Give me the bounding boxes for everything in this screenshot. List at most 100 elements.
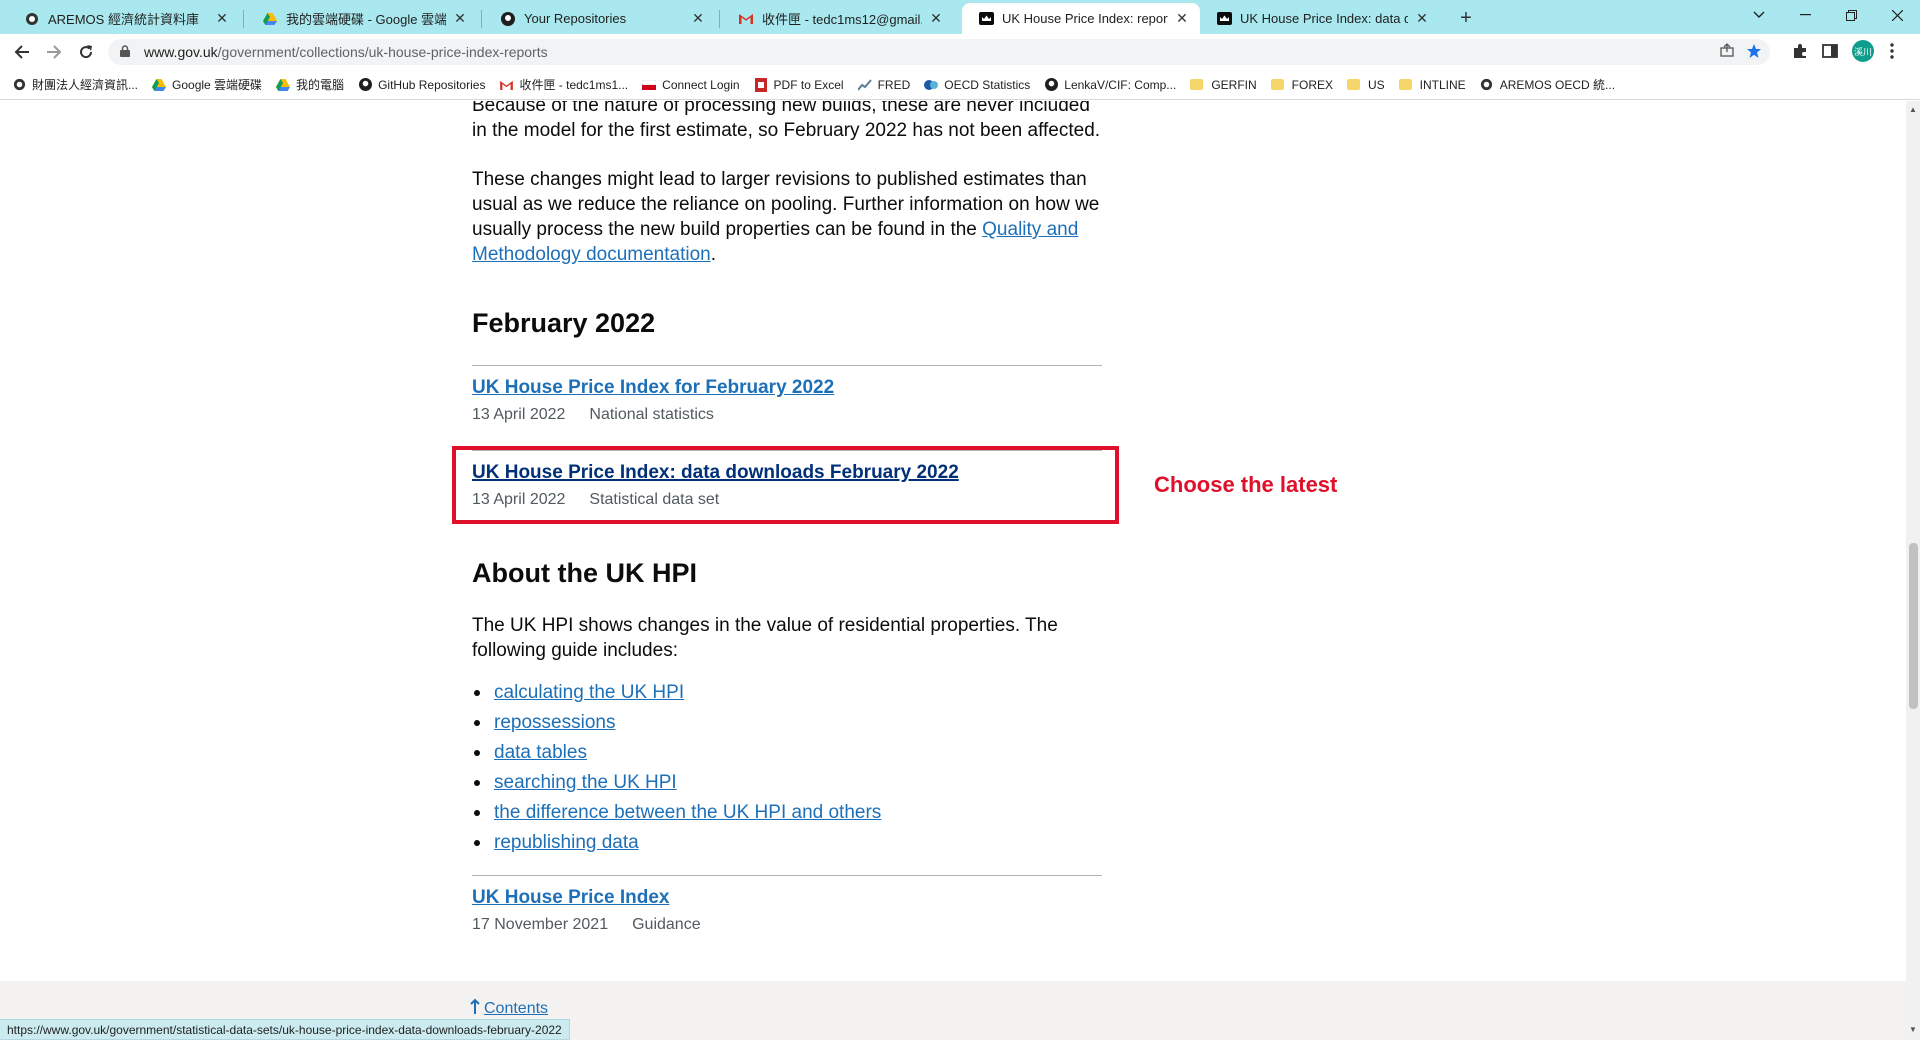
bookmark-label: GitHub Repositories bbox=[378, 77, 486, 92]
bookmark-item[interactable]: PDF to Excel bbox=[754, 77, 844, 92]
document-date: 13 April 2022 bbox=[472, 406, 566, 423]
tab-separator bbox=[481, 10, 482, 28]
guide-link-repossessions[interactable]: repossessions bbox=[494, 708, 615, 738]
tab-title: 我的雲端硬碟 - Google 雲端硬碟 bbox=[286, 12, 446, 27]
guide-links-list: calculating the UK HPI repossessions dat… bbox=[472, 678, 1102, 858]
bookmark-item[interactable]: Connect Login bbox=[642, 78, 740, 92]
bookmark-label: 財團法人經濟資訊... bbox=[32, 78, 139, 92]
bookmark-item[interactable]: OECD Statistics bbox=[924, 78, 1030, 92]
document-item: UK House Price Index 17 November 2021 Gu… bbox=[472, 876, 1102, 936]
intro-paragraph-1: Because of the nature of processing new … bbox=[472, 101, 1102, 143]
guide-link-data-tables[interactable]: data tables bbox=[494, 738, 587, 768]
guide-link-calculating[interactable]: calculating the UK HPI bbox=[494, 678, 684, 708]
bookmark-item[interactable]: AREMOS OECD 統... bbox=[1480, 76, 1615, 93]
bookmark-label: OECD Statistics bbox=[944, 77, 1031, 92]
tab-title: 收件匣 - tedc1ms12@gmail.com bbox=[762, 12, 922, 27]
document-list-about: UK House Price Index 17 November 2021 Gu… bbox=[472, 875, 1102, 936]
close-icon[interactable]: ✕ bbox=[1174, 10, 1190, 27]
bookmark-folder[interactable]: US bbox=[1347, 78, 1385, 92]
bookmark-item[interactable]: LenkaV/CIF: Comp... bbox=[1044, 78, 1176, 92]
document-link-uk-hpi-feb-2022[interactable]: UK House Price Index for February 2022 bbox=[472, 377, 834, 398]
document-meta: 13 April 2022 National statistics bbox=[472, 404, 1102, 426]
back-button[interactable] bbox=[10, 40, 34, 64]
bookmark-item[interactable]: Google 雲端硬碟 bbox=[152, 76, 262, 93]
scroll-thumb[interactable] bbox=[1909, 543, 1918, 709]
bookmark-item[interactable]: 我的電腦 bbox=[276, 76, 344, 93]
address-bar[interactable]: www.gov.uk/government/collections/uk-hou… bbox=[108, 39, 1770, 65]
tab-google-drive[interactable]: 我的雲端硬碟 - Google 雲端硬碟 ✕ bbox=[246, 3, 478, 34]
share-icon[interactable] bbox=[1720, 43, 1736, 62]
scroll-down-arrow-icon[interactable]: ▼ bbox=[1906, 1023, 1920, 1037]
paragraph-text: The UK HPI shows changes in the value of… bbox=[472, 615, 1058, 661]
bookmark-folder[interactable]: GERFIN bbox=[1190, 77, 1257, 92]
gmail-icon bbox=[738, 11, 754, 27]
tab-uk-hpi-reports[interactable]: UK House Price Index: reports - ✕ bbox=[962, 3, 1200, 34]
document-type: Guidance bbox=[632, 916, 701, 933]
bookmark-item[interactable]: 財團法人經濟資訊... bbox=[12, 76, 138, 93]
browser-toolbar: www.gov.uk/government/collections/uk-hou… bbox=[0, 34, 1920, 70]
bookmark-label: 我的電腦 bbox=[296, 78, 345, 92]
link-status-bar: https://www.gov.uk/government/statistica… bbox=[0, 1019, 570, 1040]
close-icon[interactable]: ✕ bbox=[690, 10, 706, 27]
oecd-icon bbox=[924, 78, 939, 92]
govuk-crown-icon bbox=[1216, 11, 1232, 27]
tab-gmail[interactable]: 收件匣 - tedc1ms12@gmail.com ✕ bbox=[722, 3, 954, 34]
close-window-button[interactable] bbox=[1874, 0, 1920, 30]
new-tab-button[interactable]: + bbox=[1454, 6, 1478, 30]
about-intro: The UK HPI shows changes in the value of… bbox=[472, 613, 1102, 663]
back-to-contents-link[interactable]: Contents bbox=[470, 998, 548, 1019]
bookmark-label: US bbox=[1368, 77, 1385, 92]
guide-link-searching[interactable]: searching the UK HPI bbox=[494, 768, 677, 798]
menu-kebab-icon[interactable] bbox=[1890, 43, 1894, 64]
flag-icon bbox=[642, 78, 657, 92]
bullet-icon bbox=[474, 690, 480, 696]
minimize-button[interactable] bbox=[1782, 0, 1828, 30]
bookmark-folder[interactable]: FOREX bbox=[1270, 78, 1333, 92]
scroll-up-arrow-icon[interactable]: ▲ bbox=[1906, 103, 1920, 117]
folder-icon bbox=[1190, 79, 1204, 90]
bullet-icon bbox=[474, 780, 480, 786]
bookmark-star-icon[interactable] bbox=[1746, 43, 1762, 64]
tab-title: Your Repositories bbox=[524, 11, 627, 26]
section-heading: February 2022 bbox=[472, 308, 656, 338]
guide-link-republishing[interactable]: republishing data bbox=[494, 828, 639, 858]
reload-button[interactable] bbox=[74, 40, 98, 64]
bookmark-item[interactable]: GitHub Repositories bbox=[358, 78, 485, 92]
profile-avatar[interactable]: 溪川 bbox=[1852, 40, 1874, 62]
bullet-icon bbox=[474, 810, 480, 816]
forward-button[interactable] bbox=[42, 40, 66, 64]
close-icon[interactable]: ✕ bbox=[452, 10, 468, 27]
arrow-up-icon bbox=[470, 998, 480, 1019]
bookmark-label: PDF to Excel bbox=[773, 77, 844, 92]
page-scrollbar[interactable]: ▲ ▼ bbox=[1906, 101, 1920, 1040]
side-panel-icon[interactable] bbox=[1822, 43, 1838, 64]
google-drive-icon bbox=[262, 11, 278, 27]
web-page: Because of the nature of processing new … bbox=[0, 101, 1906, 1040]
guide-link-difference[interactable]: the difference between the UK HPI and ot… bbox=[494, 798, 881, 828]
tab-uk-hpi-data[interactable]: UK House Price Index: data dov ✕ bbox=[1200, 3, 1440, 34]
folder-icon bbox=[1347, 79, 1360, 90]
intro-paragraph-2: These changes might lead to larger revis… bbox=[472, 167, 1102, 267]
bookmark-label: 收件匣 - tedc1ms1... bbox=[519, 78, 629, 92]
tab-title: AREMOS 經濟統計資料庫 bbox=[48, 12, 199, 27]
close-icon[interactable]: ✕ bbox=[1414, 10, 1430, 27]
tab-github[interactable]: Your Repositories ✕ bbox=[484, 3, 716, 34]
paragraph-text-end: . bbox=[710, 244, 716, 265]
tab-aremos[interactable]: AREMOS 經濟統計資料庫 ✕ bbox=[8, 3, 240, 34]
list-item: searching the UK HPI bbox=[472, 768, 1102, 798]
bookmark-item[interactable]: 收件匣 - tedc1ms1... bbox=[499, 76, 628, 93]
document-link-uk-hpi-guidance[interactable]: UK House Price Index bbox=[472, 887, 669, 908]
tab-search-button[interactable] bbox=[1736, 0, 1782, 30]
gmail-icon bbox=[499, 78, 513, 92]
restore-button[interactable] bbox=[1828, 0, 1874, 30]
close-icon[interactable]: ✕ bbox=[928, 10, 944, 27]
profile-initials: 溪川 bbox=[1853, 46, 1872, 57]
bookmark-folder[interactable]: INTLINE bbox=[1398, 78, 1466, 92]
tab-title: UK House Price Index: data dov bbox=[1240, 11, 1408, 26]
annotation-highlight-box bbox=[452, 446, 1119, 524]
bookmark-item[interactable]: FRED bbox=[857, 78, 910, 92]
govuk-crown-icon bbox=[978, 11, 994, 27]
extensions-icon[interactable] bbox=[1792, 43, 1808, 64]
bookmark-label: GERFIN bbox=[1211, 77, 1257, 92]
close-icon[interactable]: ✕ bbox=[214, 10, 230, 27]
